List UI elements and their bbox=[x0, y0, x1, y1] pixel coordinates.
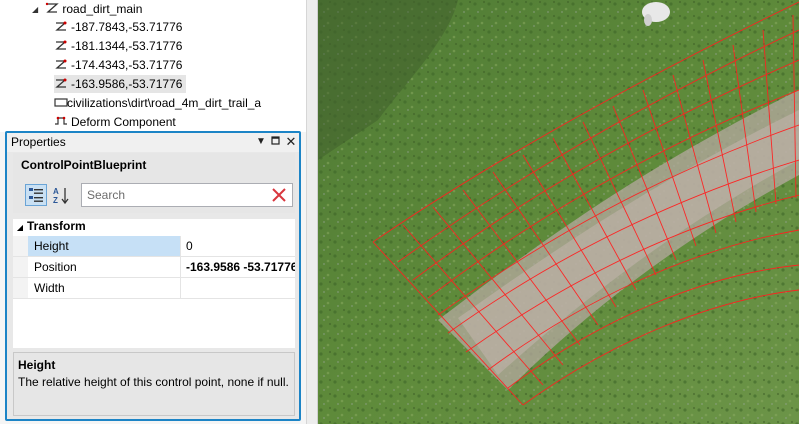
tree-item-road[interactable]: ◢ road_dirt_main bbox=[32, 0, 142, 18]
search-input[interactable] bbox=[82, 184, 268, 206]
material-icon bbox=[54, 98, 68, 107]
property-grid: ◢ Transform Height 0 Position -163.9586 -… bbox=[13, 219, 295, 348]
property-row-width[interactable]: Width bbox=[13, 278, 295, 299]
control-point-icon bbox=[55, 59, 67, 69]
search-box bbox=[81, 183, 293, 207]
restore-icon[interactable] bbox=[269, 135, 283, 149]
control-point-icon bbox=[55, 40, 67, 50]
property-value[interactable]: -163.9586 -53.71776 bbox=[181, 257, 295, 277]
tree-item-control-point[interactable]: -187.7843,-53.71776 bbox=[54, 18, 182, 36]
help-text: The relative height of this control poin… bbox=[18, 375, 289, 389]
pane-splitter[interactable] bbox=[306, 0, 318, 424]
control-point-icon bbox=[55, 21, 67, 31]
property-value[interactable] bbox=[181, 278, 295, 298]
svg-text:A: A bbox=[53, 187, 59, 196]
sort-az-icon: A Z bbox=[53, 187, 69, 205]
property-name: Position bbox=[28, 257, 181, 277]
terrain-render bbox=[318, 0, 799, 424]
alphabetical-view-button[interactable]: A Z bbox=[50, 184, 72, 206]
left-pane: ◢ road_dirt_main -187.7843,-53.71776 -18… bbox=[0, 0, 306, 424]
close-icon[interactable]: ✕ bbox=[284, 135, 298, 149]
categorized-view-button[interactable] bbox=[25, 184, 47, 206]
control-point-icon bbox=[55, 78, 67, 88]
object-type-header: ControlPointBlueprint bbox=[13, 153, 295, 178]
expand-arrow-icon[interactable]: ◢ bbox=[32, 1, 42, 19]
collapse-arrow-icon[interactable]: ◢ bbox=[13, 220, 27, 235]
property-name: Width bbox=[28, 278, 181, 298]
properties-title: Properties bbox=[11, 135, 66, 149]
properties-panel: Properties ▼ ✕ ControlPointBlueprint A Z… bbox=[5, 131, 301, 421]
svg-text:Z: Z bbox=[53, 196, 58, 205]
tree-item-control-point[interactable]: -181.1344,-53.71776 bbox=[54, 37, 182, 55]
property-row-position[interactable]: Position -163.9586 -53.71776 bbox=[13, 257, 295, 278]
help-title: Height bbox=[18, 358, 56, 372]
properties-toolbar: A Z bbox=[13, 178, 295, 213]
category-row-transform[interactable]: ◢ Transform bbox=[13, 219, 295, 234]
help-pane: Height The relative height of this contr… bbox=[13, 352, 295, 416]
scene-viewport[interactable] bbox=[318, 0, 799, 424]
property-row-height[interactable]: Height 0 bbox=[13, 236, 295, 257]
categorized-icon bbox=[29, 188, 43, 202]
pin-dropdown-icon[interactable]: ▼ bbox=[254, 135, 268, 149]
tree-item-control-point[interactable]: -174.4343,-53.71776 bbox=[54, 56, 182, 74]
tree-item-control-point-selected[interactable]: -163.9586,-53.71776 bbox=[54, 75, 187, 93]
properties-title-bar: Properties ▼ ✕ bbox=[7, 133, 299, 152]
property-name: Height bbox=[28, 236, 181, 256]
deform-icon bbox=[55, 116, 67, 125]
tree-item-material[interactable]: civilizations\dirt\road_4m_dirt_trail_a bbox=[54, 94, 261, 112]
scene-tree: ◢ road_dirt_main -187.7843,-53.71776 -18… bbox=[0, 0, 306, 132]
property-value[interactable]: 0 bbox=[181, 236, 295, 256]
clear-search-icon[interactable] bbox=[270, 186, 288, 204]
road-icon bbox=[46, 2, 60, 13]
tree-item-deform-component[interactable]: Deform Component bbox=[54, 113, 176, 131]
